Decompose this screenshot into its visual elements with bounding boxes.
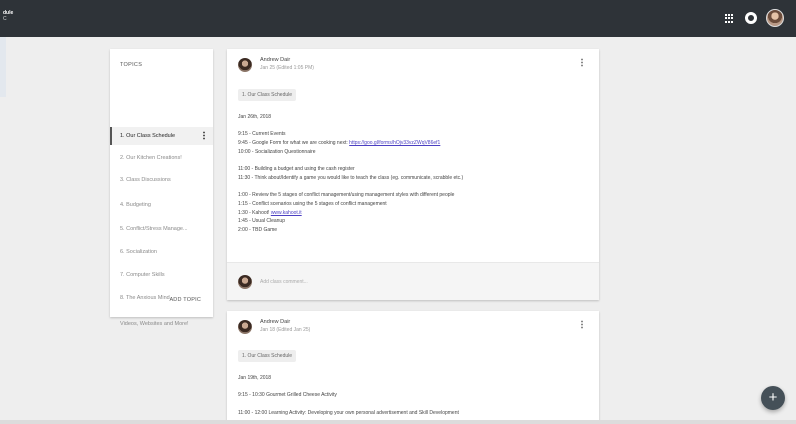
class-comment-input[interactable]: Add class comment... bbox=[260, 279, 308, 285]
post-body: Jan 19th, 2018 9:15 - 10:30 Gourmet Gril… bbox=[238, 374, 589, 417]
post-line: 1:45 - Usual Cleanup bbox=[238, 218, 285, 225]
topic-chip[interactable]: 1. Our Class Schedule bbox=[238, 89, 297, 101]
post-line: 11:30 - Think about/Identify a game you … bbox=[238, 174, 464, 181]
post-line: 9:15 - 10:30 Gourmet Grilled Cheese Acti… bbox=[238, 392, 337, 399]
page-bottom-border bbox=[0, 420, 796, 424]
more-vert-icon[interactable] bbox=[581, 58, 583, 67]
topic-item-budgeting[interactable]: 4. Budgeting bbox=[110, 196, 213, 214]
app-title[interactable]: dule C bbox=[3, 10, 13, 22]
topic-item-computer-skills[interactable]: 7. Computer Skills bbox=[110, 266, 213, 284]
topic-item-class-discussions[interactable]: 3. Class Discussions bbox=[110, 171, 213, 189]
topic-item-label: 2. Our Kitchen Creations! bbox=[120, 155, 182, 161]
apps-grid-icon[interactable] bbox=[725, 14, 734, 23]
post-line: Jan 26th, 2018 bbox=[238, 114, 272, 120]
add-topic-button[interactable]: ADD TOPIC bbox=[169, 297, 201, 303]
more-vert-icon[interactable] bbox=[581, 320, 583, 329]
post-card: Andrew Dair Jan 18 (Edited Jan 25) 1. Ou… bbox=[227, 311, 599, 424]
topic-item-socialization[interactable]: 6. Socialization bbox=[110, 243, 213, 261]
post-line: 2:00 - TBD Game bbox=[238, 226, 278, 233]
topic-item-label: 1. Our Class Schedule bbox=[120, 133, 176, 139]
post-line: 1:15 - Conflict scenarios using the 5 st… bbox=[238, 200, 387, 207]
more-vert-icon[interactable] bbox=[203, 131, 205, 140]
post-author: Andrew Dair bbox=[260, 57, 291, 63]
topic-item-label: 7. Computer Skills bbox=[120, 272, 165, 278]
post-line: Jan 19th, 2018 bbox=[238, 375, 272, 381]
topics-heading: TOPICS bbox=[120, 62, 143, 68]
topic-item-label: 5. Conflict/Stress Manage... bbox=[120, 226, 188, 232]
post-body: Jan 26th, 2018 9:15 - Current Events 9:4… bbox=[238, 113, 589, 235]
topic-item-videos-websites[interactable]: Videos, Websites and More! bbox=[110, 315, 213, 333]
topic-item-kitchen-creations[interactable]: 2. Our Kitchen Creations! bbox=[110, 149, 213, 167]
top-app-bar: dule C bbox=[0, 0, 796, 37]
user-avatar[interactable] bbox=[766, 9, 784, 27]
google-form-link[interactable]: https://goo.gl/forms/hOjv33vzZWqV86ef1 bbox=[349, 140, 440, 146]
post-line: 11:00 - Building a budget and using the … bbox=[238, 166, 355, 173]
kahoot-link[interactable]: www.kahoot.it bbox=[271, 210, 302, 216]
topics-panel: TOPICS 1. Our Class Schedule 2. Our Kitc… bbox=[110, 49, 213, 327]
topic-item-conflict-stress[interactable]: 5. Conflict/Stress Manage... bbox=[110, 220, 213, 238]
topic-item-label: Videos, Websites and More! bbox=[120, 321, 189, 327]
post-line: 11:00 - 12:00 Learning Activity: Develop… bbox=[238, 409, 459, 416]
commenter-avatar bbox=[238, 275, 252, 289]
topic-item-label: 3. Class Discussions bbox=[120, 177, 171, 183]
post-line: 1:30 - Kahoot! www.kahoot.it bbox=[238, 209, 302, 216]
class-comment-bar[interactable]: Add class comment... bbox=[227, 262, 599, 300]
left-edge-panel bbox=[0, 37, 6, 97]
author-avatar bbox=[238, 58, 252, 72]
topic-item-label: 4. Budgeting bbox=[120, 202, 151, 208]
post-date: Jan 18 (Edited Jan 25) bbox=[260, 327, 311, 333]
post-author: Andrew Dair bbox=[260, 319, 291, 325]
topic-item-label: 6. Socialization bbox=[120, 249, 157, 255]
add-fab-button[interactable]: + bbox=[761, 386, 785, 410]
topic-item-label: 8. The Anxious Mind bbox=[120, 295, 170, 301]
post-line: 9:15 - Current Events bbox=[238, 131, 286, 138]
post-date: Jan 25 (Edited 1:05 PM) bbox=[260, 65, 314, 71]
post-line: 1:00 - Review the 5 stages of conflict m… bbox=[238, 192, 455, 199]
notifications-ring-icon[interactable] bbox=[745, 12, 757, 24]
post-line: 10:00 - Socialization Questionnaire bbox=[238, 148, 316, 155]
topic-chip[interactable]: 1. Our Class Schedule bbox=[238, 350, 297, 362]
post-card: Andrew Dair Jan 25 (Edited 1:05 PM) 1. O… bbox=[227, 49, 599, 300]
topic-item-class-schedule[interactable]: 1. Our Class Schedule bbox=[110, 127, 213, 145]
author-avatar bbox=[238, 320, 252, 334]
post-line: 9:45 - Google Form for what we are cooki… bbox=[238, 140, 441, 147]
